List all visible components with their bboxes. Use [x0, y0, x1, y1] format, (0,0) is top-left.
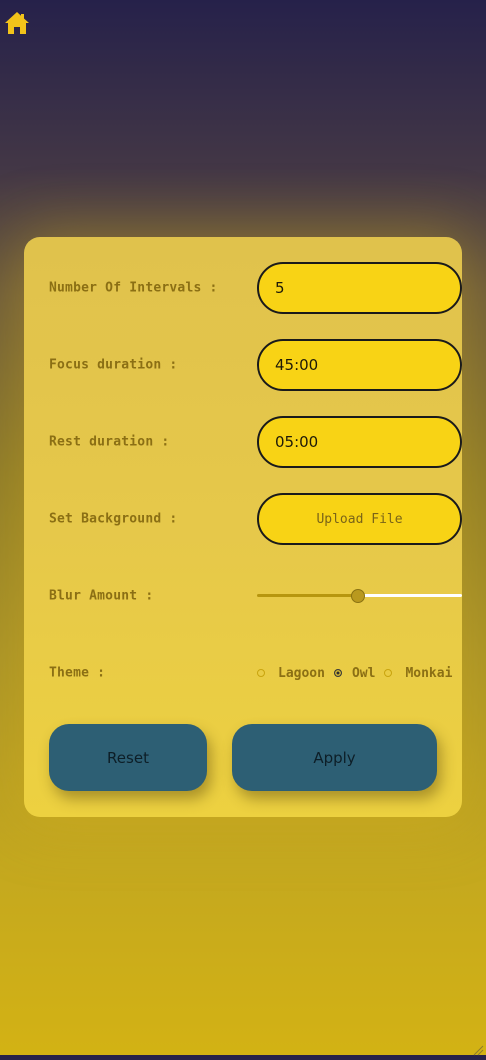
blur-amount-slider[interactable] — [257, 589, 462, 603]
radio-owl[interactable] — [333, 669, 342, 677]
slider-thumb[interactable] — [351, 589, 366, 603]
reset-button[interactable]: Reset — [49, 724, 207, 791]
resize-handle[interactable] — [472, 1041, 484, 1056]
intervals-row: Number Of Intervals : 5 — [49, 262, 462, 314]
theme-option-owl[interactable]: Owl — [333, 665, 384, 681]
settings-panel: Number Of Intervals : 5 Focus duration :… — [24, 237, 462, 817]
intervals-label: Number Of Intervals : — [49, 280, 218, 296]
focus-duration-label: Focus duration : — [49, 357, 178, 373]
radio-label-lagoon: Lagoon — [278, 665, 325, 681]
radio-lagoon[interactable] — [257, 669, 265, 677]
intervals-input[interactable]: 5 — [257, 262, 462, 314]
set-background-label: Set Background : — [49, 511, 178, 527]
radio-monkai[interactable] — [384, 669, 393, 677]
focus-row: Focus duration : 45:00 — [49, 339, 462, 391]
slider-track — [357, 594, 462, 597]
theme-radio-group: Lagoon Owl Monkai — [257, 647, 452, 699]
radio-label-owl: Owl — [351, 665, 376, 681]
blur-amount-label: Blur Amount : — [49, 588, 154, 604]
apply-button[interactable]: Apply — [232, 724, 437, 791]
focus-duration-input[interactable]: 45:00 — [257, 339, 462, 391]
theme-option-monkai[interactable]: Monkai — [384, 666, 452, 681]
rest-row: Rest duration : 05:00 — [49, 416, 462, 468]
home-icon[interactable] — [4, 11, 30, 35]
theme-label: Theme : — [49, 665, 106, 681]
theme-option-lagoon[interactable]: Lagoon — [257, 666, 334, 681]
background-row: Set Background : Upload File — [49, 493, 462, 545]
rest-duration-input[interactable]: 05:00 — [257, 416, 462, 468]
blur-row: Blur Amount : — [49, 570, 462, 622]
radio-label-monkai: Monkai — [405, 665, 453, 681]
slider-fill — [257, 594, 358, 597]
rest-duration-label: Rest duration : — [49, 434, 170, 450]
theme-row: Theme : Lagoon Owl Monkai — [49, 647, 452, 699]
upload-file-button[interactable]: Upload File — [257, 493, 462, 545]
